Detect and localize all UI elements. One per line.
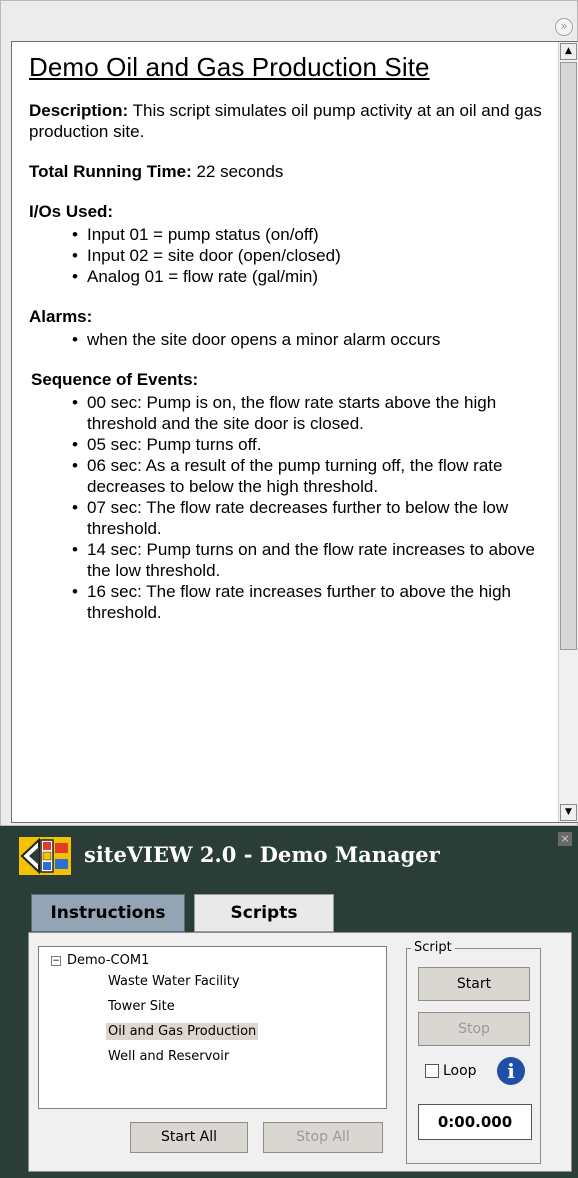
instructions-document: Demo Oil and Gas Production Site Descrip… [11, 41, 578, 823]
scripts-panel: − Demo-COM1 Waste Water Facility Tower Si… [28, 932, 572, 1172]
instructions-window: » Demo Oil and Gas Production Site Descr… [0, 0, 578, 826]
collapse-icon[interactable]: » [555, 18, 573, 36]
list-item: 06 sec: As a result of the pump turning … [72, 455, 552, 497]
info-icon[interactable]: i [497, 1057, 525, 1085]
ios-list: Input 01 = pump status (on/off) Input 02… [29, 224, 552, 287]
ios-heading: I/Os Used: [29, 202, 114, 221]
alarms-heading: Alarms: [29, 307, 93, 326]
description: Description: This script simulates oil p… [29, 100, 552, 142]
tree-item-tower-site[interactable]: Tower Site [106, 998, 177, 1015]
script-tree[interactable]: − Demo-COM1 Waste Water Facility Tower Si… [38, 946, 387, 1109]
tree-item-well-reservoir[interactable]: Well and Reservoir [106, 1048, 231, 1065]
description-label: Description: [29, 101, 129, 120]
running-time: Total Running Time: 22 seconds [29, 161, 552, 182]
tree-item-oil-gas[interactable]: Oil and Gas Production [106, 1023, 259, 1040]
document-title: Demo Oil and Gas Production Site [29, 52, 430, 82]
script-group: Script Start Stop Loop i 0:00.000 [406, 940, 541, 1164]
close-icon[interactable]: × [558, 832, 572, 846]
tab-scripts[interactable]: Scripts [194, 894, 334, 932]
app-title: siteVIEW 2.0 - Demo Manager [84, 842, 440, 867]
scroll-thumb[interactable] [560, 62, 577, 650]
script-group-legend: Script [411, 940, 455, 955]
list-item: 16 sec: The flow rate increases further … [72, 581, 552, 623]
events-list: 00 sec: Pump is on, the flow rate starts… [29, 392, 552, 623]
list-item: 00 sec: Pump is on, the flow rate starts… [72, 392, 552, 434]
loop-label: Loop [443, 1063, 477, 1079]
elapsed-timer: 0:00.000 [418, 1104, 532, 1140]
demo-manager-panel: × siteVIEW 2.0 - Demo Manager Instructio… [0, 826, 578, 1178]
tree-root[interactable]: − Demo-COM1 [51, 953, 149, 968]
start-all-button[interactable]: Start All [130, 1122, 248, 1153]
document-content: Demo Oil and Gas Production Site Descrip… [12, 42, 552, 822]
start-button[interactable]: Start [418, 967, 530, 1001]
loop-toggle[interactable]: Loop [425, 1063, 477, 1079]
list-item: 05 sec: Pump turns off. [72, 434, 552, 455]
siteview-logo [19, 837, 71, 875]
list-item: Input 02 = site door (open/closed) [72, 245, 552, 266]
events-heading: Sequence of Events: [31, 370, 199, 389]
tree-root-label: Demo-COM1 [67, 953, 150, 968]
list-item: Analog 01 = flow rate (gal/min) [72, 266, 552, 287]
tree-item-waste-water[interactable]: Waste Water Facility [106, 973, 242, 990]
running-time-value: 22 seconds [191, 162, 284, 181]
tab-instructions[interactable]: Instructions [31, 894, 185, 932]
loop-checkbox[interactable] [425, 1064, 439, 1078]
collapse-node-icon[interactable]: − [51, 955, 61, 966]
running-time-label: Total Running Time: [29, 162, 192, 181]
alarms-list: when the site door opens a minor alarm o… [29, 329, 552, 350]
stop-all-button[interactable]: Stop All [263, 1122, 383, 1153]
scroll-up-icon[interactable]: ▲ [560, 43, 577, 60]
list-item: when the site door opens a minor alarm o… [72, 329, 512, 350]
stop-button[interactable]: Stop [418, 1012, 530, 1046]
list-item: 14 sec: Pump turns on and the flow rate … [72, 539, 552, 581]
list-item: 07 sec: The flow rate decreases further … [72, 497, 552, 539]
vertical-scrollbar[interactable]: ▲ ▼ [558, 42, 578, 822]
list-item: Input 01 = pump status (on/off) [72, 224, 552, 245]
scroll-down-icon[interactable]: ▼ [560, 804, 577, 821]
